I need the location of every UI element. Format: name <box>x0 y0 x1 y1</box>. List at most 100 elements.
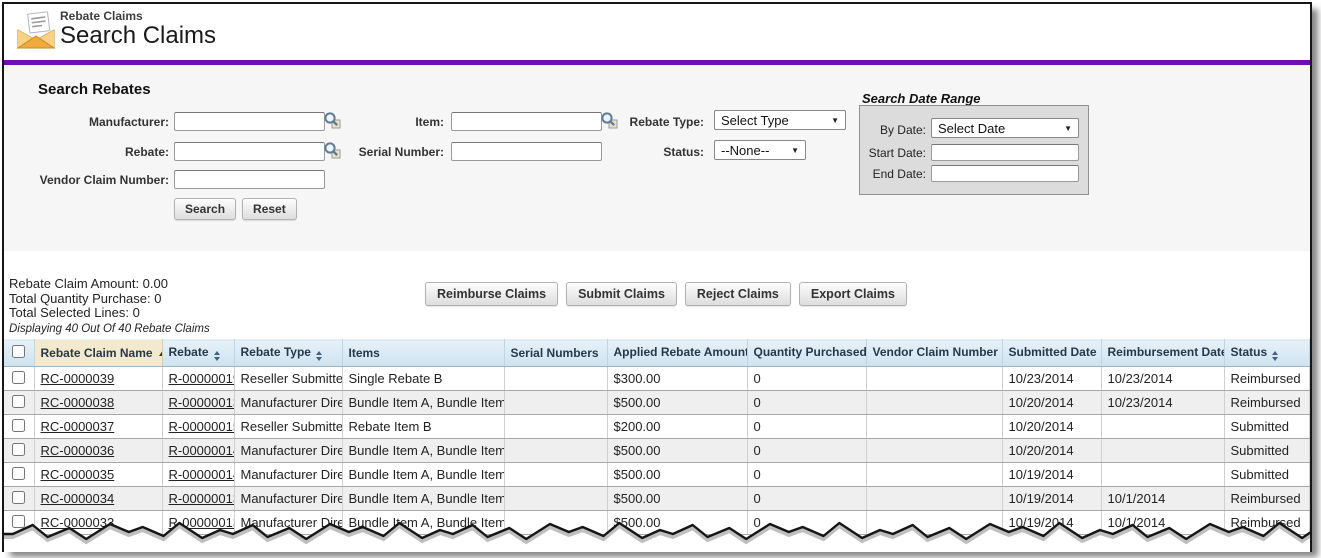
rebate-link[interactable]: R-00000013 <box>169 491 235 506</box>
cell-status: Submitted <box>1224 415 1310 439</box>
row-checkbox[interactable] <box>12 443 25 456</box>
status-value: --None-- <box>721 143 769 158</box>
cell-submitted-date: 10/19/2014 <box>1002 463 1101 487</box>
cell-rebate-type: Reseller Submitted <box>234 415 342 439</box>
cell-vendor-claim-number <box>866 391 1002 415</box>
column-header-serial-numbers[interactable]: Serial Numbers <box>504 340 607 367</box>
column-header-submitted-date[interactable]: Submitted Date <box>1002 340 1101 367</box>
cell-quantity-purchased: 0 <box>747 463 866 487</box>
rebate-link[interactable]: R-00000013 <box>169 395 235 410</box>
by-date-value: Select Date <box>938 121 1005 136</box>
column-header-rebate-claim-name[interactable]: Rebate Claim Name <box>34 340 162 367</box>
status-label: Status: <box>604 145 704 159</box>
cell-name: RC-0000039 <box>34 367 162 391</box>
rebate-label: Rebate: <box>24 145 169 159</box>
by-date-select[interactable]: Select Date ▼ <box>931 118 1079 138</box>
rebate-link[interactable]: R-00000015 <box>169 419 235 434</box>
rebate-input[interactable] <box>174 142 325 161</box>
cell-quantity-purchased: 0 <box>747 391 866 415</box>
column-label: Items <box>349 346 380 360</box>
cell-quantity-purchased: 0 <box>747 511 866 535</box>
rebate-claim-link[interactable]: RC-0000039 <box>41 371 115 386</box>
cell-vendor-claim-number <box>866 415 1002 439</box>
item-input[interactable] <box>451 112 602 131</box>
column-label: Rebate Type <box>241 345 311 359</box>
cell-items: Bundle Item A, Bundle Item B <box>342 391 504 415</box>
cell-vendor-claim-number <box>866 367 1002 391</box>
end-date-input[interactable] <box>931 165 1079 182</box>
cell-submitted-date: 10/20/2014 <box>1002 391 1101 415</box>
rebate-claims-envelope-icon <box>16 11 56 51</box>
reimburse-claims-button[interactable]: Reimburse Claims <box>425 282 558 306</box>
cell-submitted-date: 10/19/2014 <box>1002 511 1101 535</box>
cell-rebate: R-00000014 <box>162 463 234 487</box>
cell-reimbursement-date <box>1101 415 1224 439</box>
submit-claims-button[interactable]: Submit Claims <box>566 282 677 306</box>
rebate-claim-link[interactable]: RC-0000033 <box>41 515 115 530</box>
start-date-input[interactable] <box>931 144 1079 161</box>
chevron-down-icon: ▼ <box>1064 124 1072 133</box>
column-label: Rebate <box>169 345 209 359</box>
column-header-vendor-claim-number[interactable]: Vendor Claim Number <box>866 340 1002 367</box>
row-checkbox[interactable] <box>12 419 25 432</box>
rebate-type-label: Rebate Type: <box>604 115 704 129</box>
column-header-applied-rebate-amount[interactable]: Applied Rebate Amount <box>607 340 747 367</box>
vendor-claim-number-input[interactable] <box>174 170 325 189</box>
rebate-link[interactable]: R-00000019 <box>169 371 235 386</box>
page-frame: Rebate Claims Search Claims Search Rebat… <box>2 2 1312 552</box>
table-row: RC-0000037 R-00000015Reseller SubmittedRe… <box>4 415 1310 439</box>
cell-quantity-purchased: 0 <box>747 415 866 439</box>
rebate-claim-link[interactable]: RC-0000036 <box>41 443 115 458</box>
cell-items: Bundle Item A, Bundle Item B <box>342 463 504 487</box>
column-header-rebate-type[interactable]: Rebate Type <box>234 340 342 367</box>
rebate-type-value: Select Type <box>721 113 789 128</box>
serial-number-input[interactable] <box>451 142 602 161</box>
summary-block: Rebate Claim Amount: 0.00 Total Quantity… <box>9 277 210 336</box>
rebate-link[interactable]: R-00000014 <box>169 467 235 482</box>
cell-applied-rebate-amount: $200.00 <box>607 415 747 439</box>
select-all-checkbox[interactable] <box>12 345 25 358</box>
search-rebates-title: Search Rebates <box>38 81 151 98</box>
row-checkbox[interactable] <box>12 395 25 408</box>
cell-items: Rebate Item B <box>342 415 504 439</box>
rebate-claim-link[interactable]: RC-0000034 <box>41 491 115 506</box>
row-checkbox-cell <box>4 439 34 463</box>
rebate-claim-link[interactable]: RC-0000038 <box>41 395 115 410</box>
cell-items: Bundle Item A, Bundle Item B <box>342 487 504 511</box>
search-date-range-box: By Date: Select Date ▼ Start Date: End D… <box>859 105 1089 195</box>
cell-serial-numbers <box>504 367 607 391</box>
row-checkbox[interactable] <box>12 467 25 480</box>
row-checkbox[interactable] <box>12 515 25 528</box>
rebate-claim-link[interactable]: RC-0000035 <box>41 467 115 482</box>
cell-status: Reimbursed <box>1224 511 1310 535</box>
page-title: Search Claims <box>60 23 216 49</box>
column-header-reimbursement-date[interactable]: Reimbursement Date <box>1101 340 1224 367</box>
export-claims-button[interactable]: Export Claims <box>799 282 907 306</box>
app-header: Rebate Claims Search Claims <box>4 4 1310 60</box>
table-row: RC-0000036R-00000014Manufacturer DirectB… <box>4 439 1310 463</box>
reset-button[interactable]: Reset <box>242 198 297 220</box>
manufacturer-label: Manufacturer: <box>24 115 169 129</box>
manufacturer-input[interactable] <box>174 112 325 131</box>
column-label: Reimbursement Date <box>1108 345 1225 359</box>
row-checkbox[interactable] <box>12 371 25 384</box>
sortable-icon <box>1272 351 1278 361</box>
rebate-link[interactable]: R-00000014 <box>169 443 235 458</box>
status-select[interactable]: --None-- ▼ <box>714 140 806 160</box>
row-checkbox[interactable] <box>12 491 25 504</box>
column-header-status[interactable]: Status <box>1224 340 1310 367</box>
cell-rebate-type: Reseller Submitted <box>234 367 342 391</box>
select-all-checkbox-cell <box>4 340 34 367</box>
column-header-items[interactable]: Items <box>342 340 504 367</box>
search-button[interactable]: Search <box>174 198 236 220</box>
rebate-claim-link[interactable]: RC-0000037 <box>41 419 115 434</box>
table-row: RC-0000033R-00000013Manufacturer DirectB… <box>4 511 1310 535</box>
reject-claims-button[interactable]: Reject Claims <box>685 282 791 306</box>
rebate-type-select[interactable]: Select Type ▼ <box>714 110 846 130</box>
column-header-rebate[interactable]: Rebate <box>162 340 234 367</box>
column-label: Status <box>1231 345 1268 359</box>
column-header-quantity-purchased[interactable]: Quantity Purchased <box>747 340 866 367</box>
rebate-link[interactable]: R-00000013 <box>169 515 235 530</box>
cell-items: Single Rebate B <box>342 367 504 391</box>
chevron-down-icon: ▼ <box>831 116 839 125</box>
